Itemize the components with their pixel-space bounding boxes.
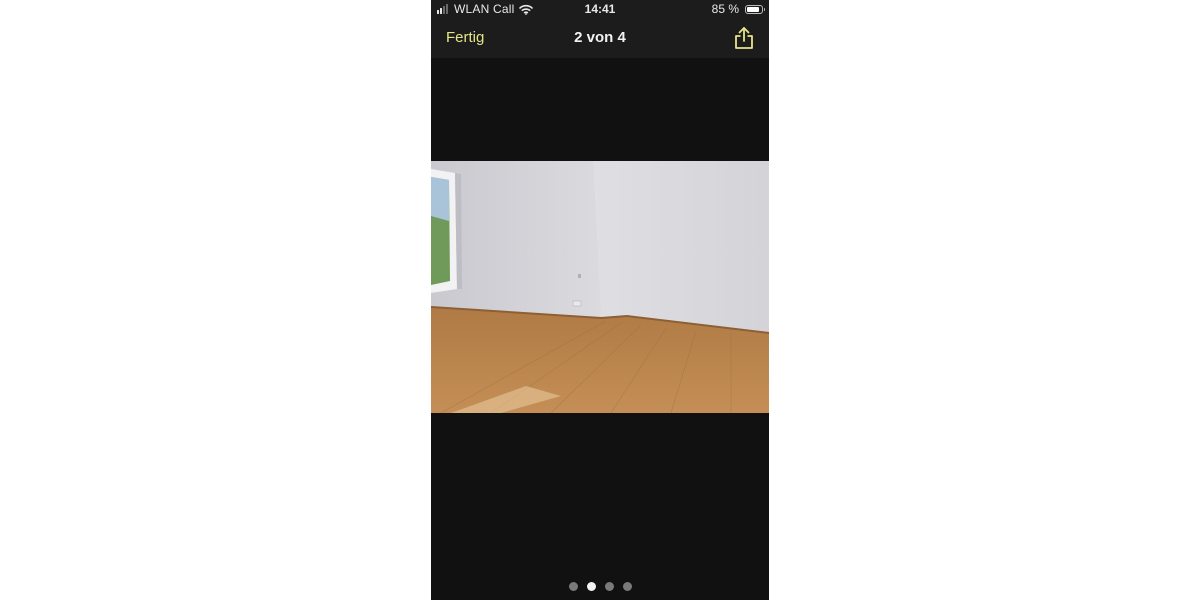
page-title: 2 von 4 (574, 29, 626, 46)
photo-viewer-screen: WLAN Call 14:41 85 % Fertig 2 von 4 (431, 0, 769, 600)
battery-fill (747, 6, 759, 12)
battery-percent: 85 % (711, 2, 739, 16)
page-dot-4[interactable] (622, 582, 632, 591)
status-bar: WLAN Call 14:41 85 % (431, 0, 769, 18)
page-dot-3[interactable] (604, 582, 614, 591)
navigation-bar: Fertig 2 von 4 (431, 18, 769, 58)
room-photo[interactable] (431, 161, 769, 413)
page-dot-2[interactable] (586, 582, 596, 591)
share-icon[interactable] (733, 26, 755, 50)
page-dot-1[interactable] (568, 582, 578, 591)
page-indicator[interactable] (431, 582, 769, 591)
status-right: 85 % (711, 2, 765, 16)
battery-icon (745, 4, 765, 14)
